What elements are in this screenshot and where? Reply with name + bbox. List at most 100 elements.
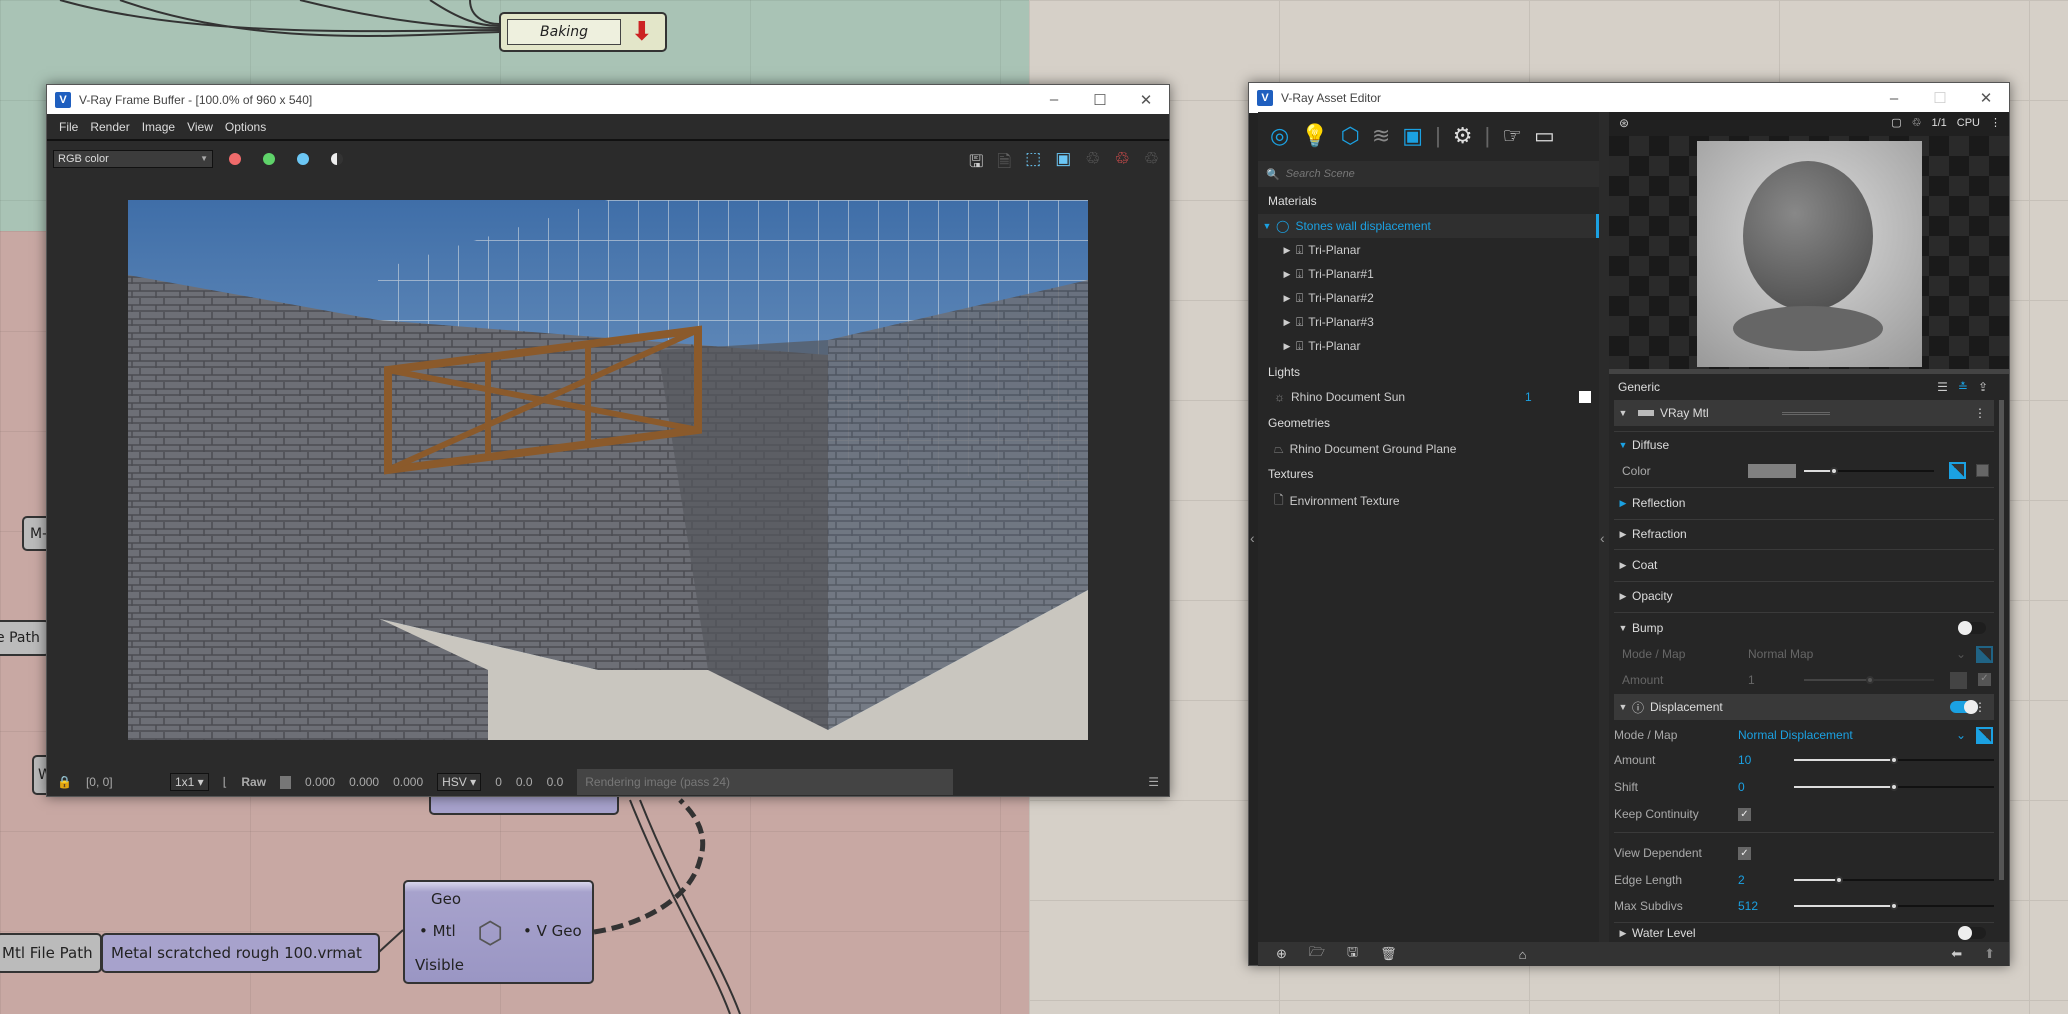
mtl-file-path-panel[interactable]: Metal scratched rough 100.vrmat	[101, 933, 380, 973]
vray-geometry-component[interactable]: Geo • Mtl Visible ⬡ • V Geo	[403, 880, 594, 984]
map-checkbox[interactable]	[1976, 464, 1989, 477]
keep-continuity-checkbox[interactable]: ✓	[1738, 807, 1751, 821]
textures-category-icon[interactable]: ▣	[1402, 123, 1423, 149]
asset-editor-titlebar[interactable]: V V-Ray Asset Editor – ☐ ✕	[1249, 83, 2009, 113]
edge-length-slider[interactable]	[1794, 876, 1994, 884]
drag-handle[interactable]	[1782, 411, 1830, 415]
settings-icon[interactable]: ⚙	[1453, 123, 1473, 149]
material-item[interactable]: ▼ ◯ Stones wall displacement	[1258, 214, 1599, 238]
search-scene-input[interactable]: 🔍 Search Scene	[1258, 161, 1599, 187]
collapse-panel-arrow-icon[interactable]: ‹	[1600, 530, 1605, 546]
diffuse-section[interactable]: ▼ Diffuse	[1614, 432, 1994, 458]
texture-slot-icon[interactable]	[1949, 462, 1966, 479]
light-item[interactable]: ☼ Rhino Document Sun 1	[1258, 385, 1599, 409]
up-arrow-icon[interactable]: ⬆	[1984, 946, 1995, 962]
close-button[interactable]: ✕	[1963, 89, 2009, 107]
preview-square-icon[interactable]: ▢	[1891, 116, 1901, 129]
preview-fraction[interactable]: 1/1	[1931, 117, 1946, 129]
diffuse-color-swatch[interactable]	[1748, 464, 1796, 478]
open-file-icon[interactable]: 🗁	[1309, 943, 1325, 965]
collapse-left-arrow-icon[interactable]: ‹	[1250, 530, 1255, 546]
close-button[interactable]: ✕	[1123, 91, 1169, 109]
minimize-button[interactable]: –	[1031, 91, 1077, 108]
alpha-channel-button[interactable]	[331, 153, 343, 165]
interactive-render-icon[interactable]: ♲	[1144, 149, 1159, 178]
texture-slot-icon[interactable]	[1950, 672, 1967, 689]
layers-category-icon[interactable]: ≋	[1372, 123, 1390, 149]
bump-toggle[interactable]	[1958, 621, 1986, 635]
stop-render-icon[interactable]: ♲	[1115, 149, 1130, 178]
light-enable-checkbox[interactable]	[1579, 391, 1591, 403]
purge-icon[interactable]: ⌂	[1519, 947, 1527, 962]
texture-item[interactable]: ▶ ⍗ Tri-Planar#1	[1258, 262, 1599, 286]
amount-value[interactable]: 10	[1738, 753, 1751, 767]
environment-texture-item[interactable]: 🗋 Environment Texture	[1258, 489, 1599, 513]
preview-teapot-icon[interactable]: ♲	[1912, 116, 1922, 129]
max-subdivs-slider[interactable]	[1794, 902, 1994, 910]
red-channel-button[interactable]	[229, 153, 241, 165]
maximize-button[interactable]: ☐	[1077, 91, 1123, 109]
view-dependent-checkbox[interactable]: ✓	[1738, 846, 1751, 860]
properties-scrollbar[interactable]	[1999, 400, 2004, 880]
menu-render[interactable]: Render	[90, 120, 129, 134]
coat-section[interactable]: ▶ Coat	[1614, 552, 1994, 578]
interactive-render-icon[interactable]: ☞	[1502, 123, 1522, 149]
preview-lock-icon[interactable]: ⊛	[1619, 116, 1629, 130]
color-mode-select[interactable]: HSV ▾	[437, 773, 482, 791]
input-visible[interactable]: Visible	[415, 956, 464, 974]
displacement-header[interactable]: ▼ ⓘ Displacement ⋮	[1614, 694, 1994, 720]
bump-mode-select[interactable]: Normal Map	[1748, 647, 1813, 661]
panel-splitter[interactable]	[1599, 112, 1609, 942]
partial-node[interactable]: e Path	[0, 620, 50, 656]
shift-value[interactable]: 0	[1738, 780, 1745, 794]
baking-node[interactable]: Baking ⬇	[499, 12, 667, 52]
delete-icon[interactable]: 🗑	[1380, 946, 1397, 962]
refraction-section[interactable]: ▶ Refraction	[1614, 521, 1994, 547]
more-options-icon[interactable]: ⋮	[1990, 116, 2001, 129]
save-image-icon[interactable]: 🖫	[969, 149, 983, 178]
menu-image[interactable]: Image	[142, 120, 175, 134]
max-subdivs-value[interactable]: 512	[1738, 899, 1758, 913]
texture-slot-icon[interactable]	[1976, 646, 1993, 663]
chevron-down-icon[interactable]: ⌄	[1956, 647, 1966, 661]
water-level-toggle[interactable]	[1958, 926, 1986, 940]
vray-mtl-header[interactable]: ▼ VRay Mtl ⋮	[1614, 400, 1994, 426]
output-vgeo[interactable]: • V Geo	[523, 922, 582, 940]
frame-buffer-icon[interactable]: ▭	[1534, 123, 1555, 149]
disp-mode-select[interactable]: Normal Displacement	[1738, 728, 1853, 742]
texture-item[interactable]: ▶ ⍗ Tri-Planar	[1258, 238, 1599, 262]
blue-channel-button[interactable]	[297, 153, 309, 165]
input-mtl[interactable]: • Mtl	[419, 922, 456, 940]
preview-device[interactable]: CPU	[1957, 117, 1980, 129]
back-arrow-icon[interactable]: ⬅	[1951, 946, 1962, 962]
menu-options[interactable]: Options	[225, 120, 266, 134]
chevron-down-icon[interactable]: ⌄	[1956, 728, 1966, 742]
menu-view[interactable]: View	[187, 120, 213, 134]
more-options-icon[interactable]: ⋮	[1974, 700, 1986, 714]
save-file-icon[interactable]: 🖫	[1347, 943, 1358, 965]
curve-icon[interactable]: ⌊	[223, 775, 228, 789]
minimize-button[interactable]: –	[1871, 90, 1917, 107]
clear-image-icon[interactable]: 🗎	[997, 149, 1011, 178]
bump-section[interactable]: ▼ Bump	[1614, 615, 1994, 641]
bump-amount-value[interactable]: 1	[1748, 673, 1755, 687]
channel-select[interactable]: RGB color ▼	[53, 150, 213, 168]
lights-category-icon[interactable]: 💡	[1301, 123, 1328, 149]
texture-slot-icon[interactable]	[1976, 727, 1993, 744]
amount-slider[interactable]	[1794, 756, 1994, 764]
shift-slider[interactable]	[1794, 783, 1994, 791]
map-checkbox[interactable]: ✓	[1978, 673, 1991, 686]
opacity-section[interactable]: ▶ Opacity	[1614, 583, 1994, 609]
maximize-button[interactable]: ☐	[1917, 89, 1963, 107]
texture-item[interactable]: ▶ ⍗ Tri-Planar#2	[1258, 286, 1599, 310]
region-render-icon[interactable]: ⬚	[1025, 149, 1041, 178]
edge-length-value[interactable]: 2	[1738, 873, 1745, 887]
rendered-image[interactable]	[128, 200, 1088, 740]
add-layer-icon[interactable]: ≛	[1958, 380, 1978, 394]
bump-amount-slider[interactable]	[1804, 676, 1934, 684]
sliders-icon[interactable]: ☰	[1937, 380, 1958, 394]
track-mouse-icon[interactable]: ▣	[1055, 149, 1071, 178]
texture-item[interactable]: ▶ ⍗ Tri-Planar	[1258, 334, 1599, 358]
texture-item[interactable]: ▶ ⍗ Tri-Planar#3	[1258, 310, 1599, 334]
input-geo[interactable]: Geo	[431, 890, 461, 908]
